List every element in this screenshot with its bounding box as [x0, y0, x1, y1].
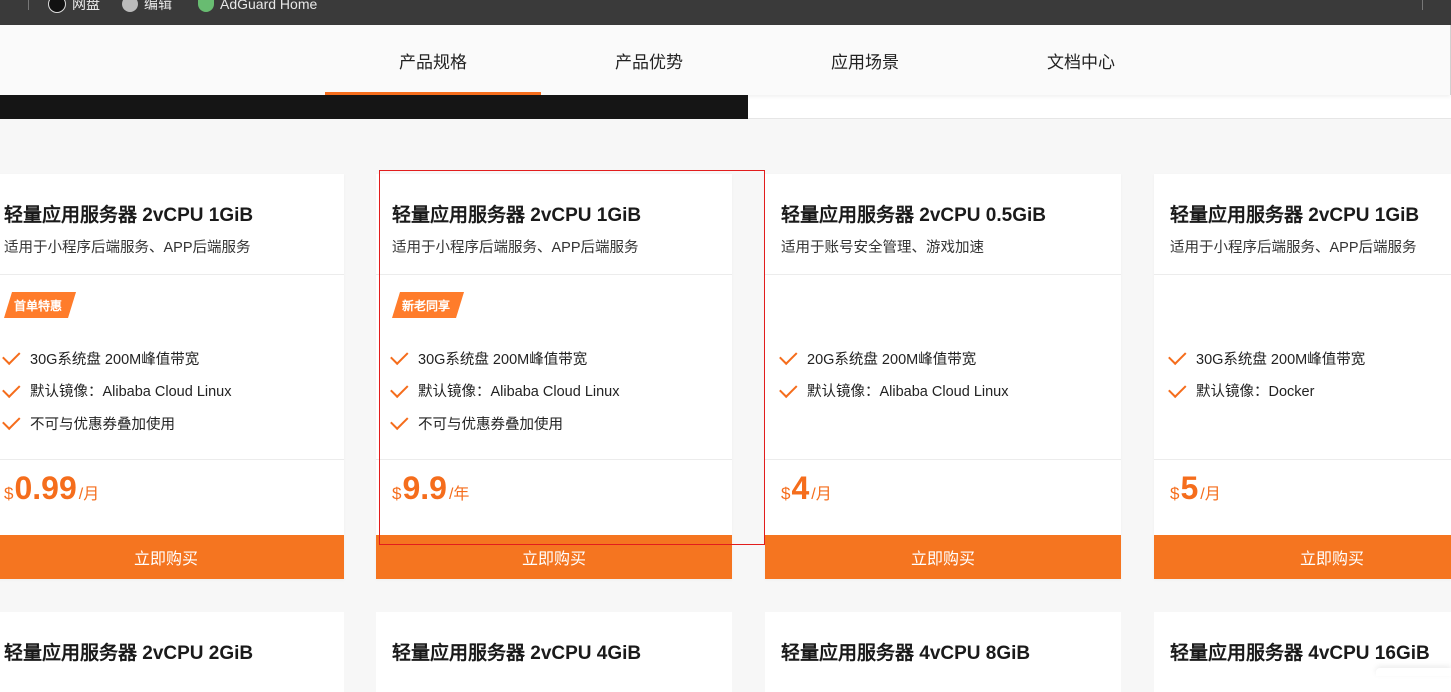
- shield-icon: [198, 0, 214, 12]
- section-nav: 产品规格 产品优势 应用场景 文档中心: [0, 25, 1451, 95]
- buy-button[interactable]: 立即购买: [1154, 535, 1451, 579]
- check-icon: [2, 411, 21, 431]
- divider: [1154, 274, 1451, 275]
- divider: [765, 459, 1121, 460]
- card-title: 轻量应用服务器 2vCPU 1GiB: [392, 205, 642, 226]
- bookmark-adguard[interactable]: AdGuard Home: [198, 0, 317, 14]
- check-icon: [2, 346, 21, 366]
- floating-widget[interactable]: [1376, 668, 1451, 676]
- price: $0.99/月: [4, 470, 100, 506]
- tab-advantages[interactable]: 产品优势: [541, 25, 757, 95]
- bookmark-separator: [28, 0, 29, 10]
- divider: [376, 459, 732, 460]
- check-icon: [779, 346, 798, 366]
- product-card: 轻量应用服务器 2vCPU 1GiB 适用于小程序后端服务、APP后端服务 30…: [1154, 174, 1451, 579]
- feature-item: 默认镜像：Alibaba Cloud Linux: [779, 375, 1008, 408]
- product-card: 轻量应用服务器 2vCPU 4GiB: [376, 612, 732, 692]
- feature-item: 30G系统盘 200M峰值带宽: [1168, 342, 1365, 375]
- buy-button[interactable]: 立即购买: [376, 535, 732, 579]
- globe-icon: [122, 0, 138, 12]
- check-icon: [779, 379, 798, 398]
- tab-docs[interactable]: 文档中心: [973, 25, 1189, 95]
- check-icon: [2, 379, 21, 398]
- product-card: 轻量应用服务器 2vCPU 1GiB 适用于小程序后端服务、APP后端服务 首单…: [0, 174, 344, 579]
- os-tab-windows[interactable]: [748, 95, 1451, 119]
- price: $4/月: [781, 470, 832, 506]
- check-icon: [390, 411, 409, 431]
- card-title: 轻量应用服务器 2vCPU 2GiB: [4, 643, 254, 664]
- feature-list: 30G系统盘 200M峰值带宽 默认镜像：Alibaba Cloud Linux…: [2, 342, 231, 440]
- feature-item: 不可与优惠券叠加使用: [390, 407, 619, 440]
- check-icon: [1168, 346, 1187, 366]
- divider: [376, 274, 732, 275]
- product-card: 轻量应用服务器 2vCPU 1GiB 适用于小程序后端服务、APP后端服务 新老…: [376, 174, 732, 579]
- os-tab-linux[interactable]: [0, 95, 748, 119]
- feature-item: 默认镜像：Alibaba Cloud Linux: [390, 375, 619, 408]
- cloud-icon: [48, 0, 66, 13]
- feature-item: 默认镜像：Docker: [1168, 375, 1365, 408]
- check-icon: [1168, 379, 1187, 398]
- card-subtitle: 适用于小程序后端服务、APP后端服务: [392, 240, 639, 256]
- feature-item: 20G系统盘 200M峰值带宽: [779, 342, 1008, 375]
- feature-item: 30G系统盘 200M峰值带宽: [390, 342, 619, 375]
- feature-list: 30G系统盘 200M峰值带宽 默认镜像：Docker: [1168, 342, 1365, 408]
- card-title: 轻量应用服务器 2vCPU 1GiB: [4, 205, 254, 226]
- card-title: 轻量应用服务器 4vCPU 8GiB: [781, 643, 1031, 664]
- feature-item: 默认镜像：Alibaba Cloud Linux: [2, 375, 231, 408]
- bookmarks-bar: 网盘 编辑 AdGuard Home: [0, 0, 1451, 25]
- check-icon: [390, 346, 409, 366]
- card-subtitle: 适用于小程序后端服务、APP后端服务: [4, 240, 251, 256]
- feature-list: 20G系统盘 200M峰值带宽 默认镜像：Alibaba Cloud Linux: [779, 342, 1008, 408]
- promo-badge: 首单特惠: [4, 292, 76, 318]
- price: $9.9/年: [392, 470, 470, 506]
- divider: [0, 274, 344, 275]
- feature-item: 30G系统盘 200M峰值带宽: [2, 342, 231, 375]
- product-card: 轻量应用服务器 2vCPU 2GiB: [0, 612, 344, 692]
- card-title: 轻量应用服务器 4vCPU 16GiB: [1170, 643, 1430, 664]
- divider: [765, 274, 1121, 275]
- promo-badge: 新老同享: [392, 292, 464, 318]
- tab-specs[interactable]: 产品规格: [325, 25, 541, 95]
- card-title: 轻量应用服务器 2vCPU 1GiB: [1170, 205, 1420, 226]
- check-icon: [390, 379, 409, 398]
- buy-button[interactable]: 立即购买: [765, 535, 1121, 579]
- divider: [1154, 459, 1451, 460]
- card-title: 轻量应用服务器 2vCPU 4GiB: [392, 643, 642, 664]
- divider: [0, 459, 344, 460]
- product-card: 轻量应用服务器 2vCPU 0.5GiB 适用于账号安全管理、游戏加速 20G系…: [765, 174, 1121, 579]
- tab-scenarios[interactable]: 应用场景: [757, 25, 973, 95]
- feature-item: 不可与优惠券叠加使用: [2, 407, 231, 440]
- bookmark-netdisk[interactable]: 网盘: [48, 0, 100, 14]
- bookmark-edit[interactable]: 编辑: [122, 0, 172, 14]
- bookmark-separator: [1422, 0, 1423, 10]
- price: $5/月: [1170, 470, 1221, 506]
- buy-button[interactable]: 立即购买: [0, 535, 344, 579]
- card-subtitle: 适用于账号安全管理、游戏加速: [781, 240, 984, 256]
- product-card: 轻量应用服务器 4vCPU 8GiB: [765, 612, 1121, 692]
- product-card: 轻量应用服务器 4vCPU 16GiB: [1154, 612, 1451, 692]
- feature-list: 30G系统盘 200M峰值带宽 默认镜像：Alibaba Cloud Linux…: [390, 342, 619, 440]
- card-subtitle: 适用于小程序后端服务、APP后端服务: [1170, 240, 1417, 256]
- card-title: 轻量应用服务器 2vCPU 0.5GiB: [781, 205, 1046, 226]
